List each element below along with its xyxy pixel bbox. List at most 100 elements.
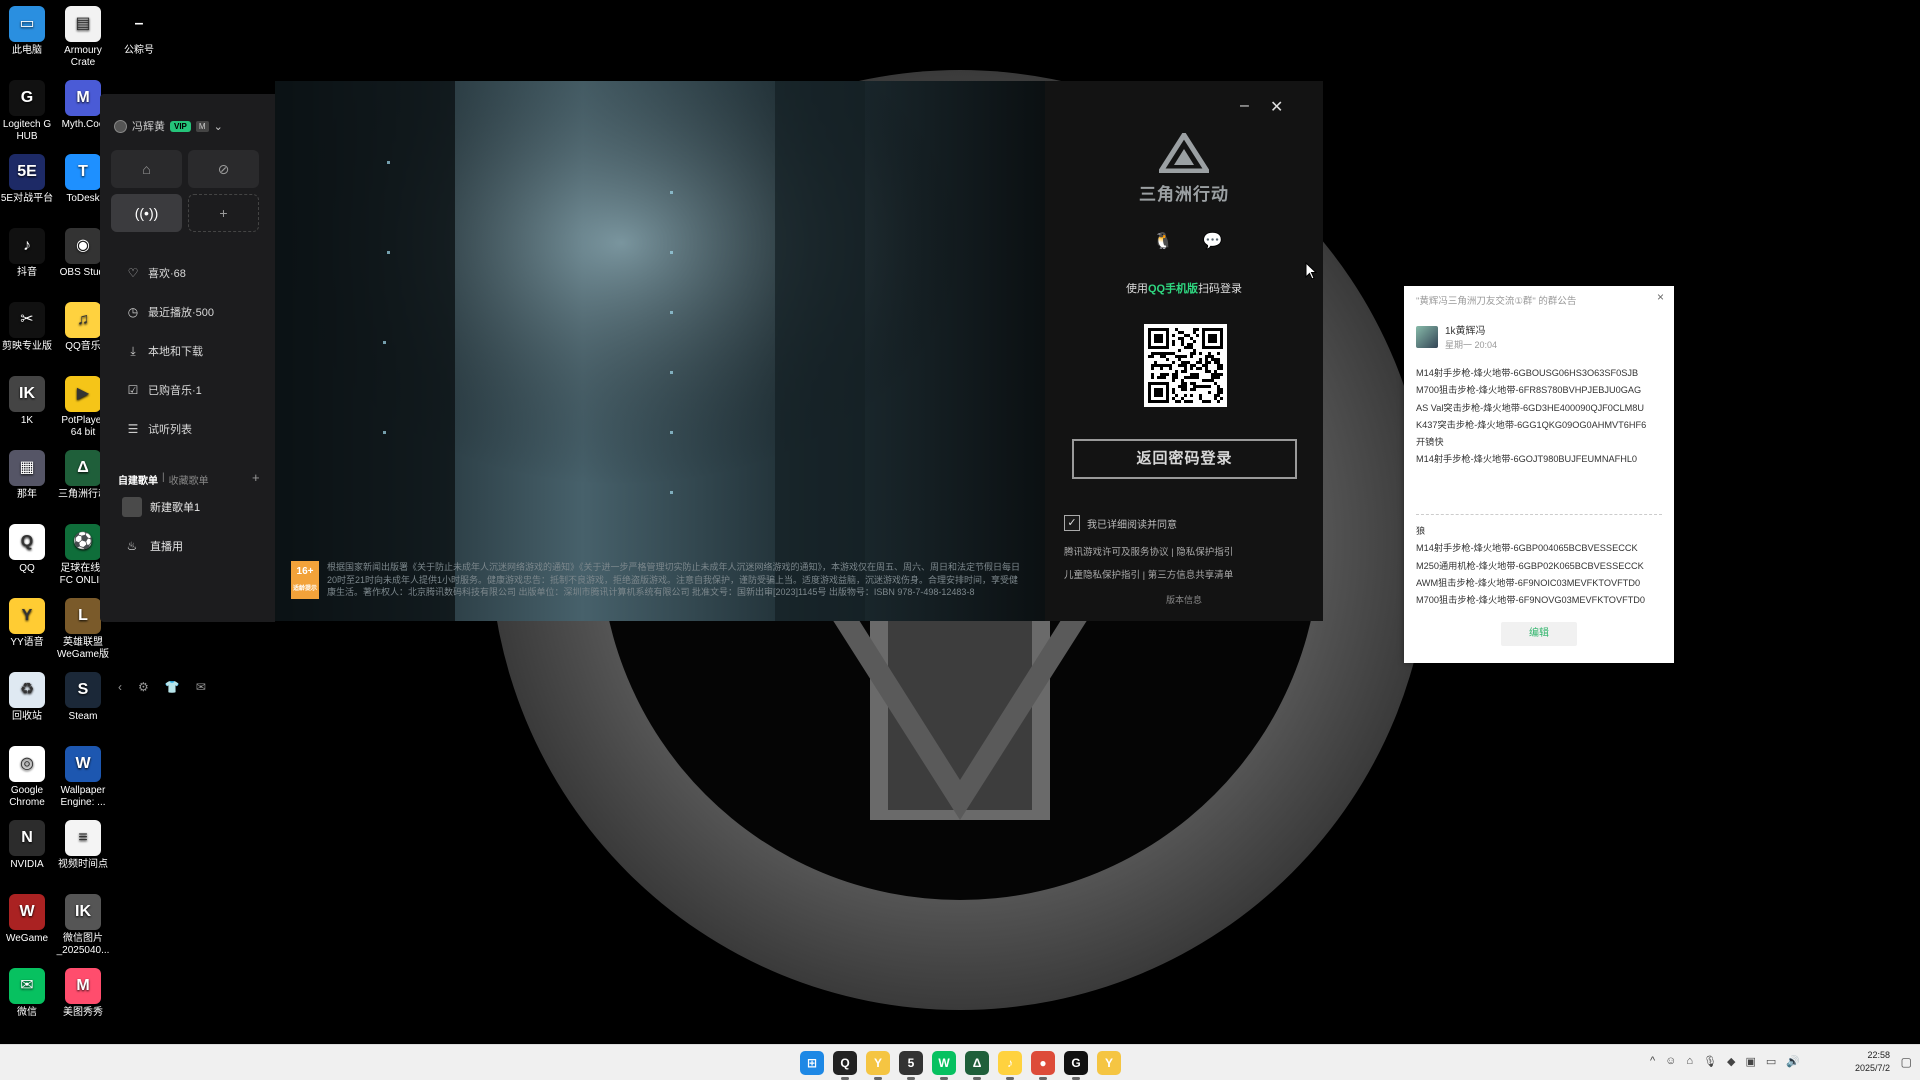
login-method-switch: 🐧 💬 xyxy=(1153,231,1223,251)
vip-badge: VIP xyxy=(170,120,191,132)
delta-icon: Δ xyxy=(65,450,101,486)
desktop-icon[interactable]: M 美图秀秀 xyxy=(48,968,118,1019)
bottom-toolbar: ‹ ⚙ 👕 ✉ xyxy=(118,680,206,694)
age-rating-value: 16+ xyxy=(296,566,314,577)
5e-icon[interactable]: 5 xyxy=(899,1051,923,1080)
vip-level-badge: M xyxy=(195,120,209,132)
qq-login-icon[interactable]: 🐧 xyxy=(1153,231,1173,251)
qqmusic-icon[interactable]: ♪ xyxy=(998,1051,1022,1080)
sidebar-item-heart[interactable]: ♡ 喜欢·68 xyxy=(126,265,186,281)
image-file-icon: IK xyxy=(65,894,101,930)
wechat-login-icon[interactable]: 💬 xyxy=(1203,231,1223,251)
steam-icon: S xyxy=(65,672,101,708)
announcement-line: M700狙击步枪-烽火地带-6F9NOVG03MEVFKTOVFTD0 xyxy=(1416,595,1646,606)
game-logo: 三角洲行动 xyxy=(1135,130,1233,205)
list-icon: ☰ xyxy=(127,422,139,436)
chevron-down-icon[interactable]: ⌄ xyxy=(214,120,223,133)
desktop-icon[interactable]: W Wallpaper Engine: ... xyxy=(48,746,118,809)
clock-time: 22:58 xyxy=(1867,1050,1890,1060)
explore-icon[interactable]: ⊘ xyxy=(188,150,259,188)
checkbox-checked-icon[interactable]: ✓ xyxy=(1064,515,1080,531)
sidebar-item-download[interactable]: ⤓ 本地和下载 xyxy=(126,343,203,359)
playlist-item[interactable]: ♨ 直播用 xyxy=(122,536,183,556)
desktop-icon-label: 视频时间点 xyxy=(58,859,108,870)
heart-icon: ♡ xyxy=(127,266,139,280)
qq-icon: Q xyxy=(9,524,45,560)
lol-icon: L xyxy=(65,598,101,634)
microphone-icon[interactable]: 🎙 xyxy=(1703,1055,1717,1068)
close-icon[interactable]: × xyxy=(1657,290,1664,304)
desktop-icon[interactable]: IK 微信图片 _2025040... xyxy=(48,894,118,957)
sidebar-item-list[interactable]: ☰ 试听列表 xyxy=(126,421,192,437)
delta-icon[interactable]: Δ xyxy=(965,1051,989,1080)
login-qr-code[interactable] xyxy=(1144,324,1227,407)
text-file-icon: ≡ xyxy=(65,820,101,856)
tab-created-playlists[interactable]: 自建歌单 xyxy=(118,472,158,487)
home-icon[interactable]: ⌂ xyxy=(111,150,182,188)
message-icon[interactable]: ✉ xyxy=(196,680,206,694)
agreement-links-1[interactable]: 腾讯游戏许可及服务协议 | 隐私保护指引 xyxy=(1064,544,1233,558)
announcement-line: M250通用机枪-烽火地带-6GBP02K065BCBVESSECCK xyxy=(1416,560,1644,571)
login-panel: – ✕ 三角洲行动 🐧 💬 使用QQ手机版扫码登录 返回密码登录 ✓ 我已详细阅… xyxy=(1045,81,1323,621)
settings-icon[interactable]: ⚙ xyxy=(138,680,149,694)
taskbar-apps: ⊞ Q Y 5 W Δ ♪ ● G Y xyxy=(800,1051,1121,1080)
announcement-line: 开镜快 xyxy=(1416,437,1444,448)
tab-collected-playlists[interactable]: 收藏歌单 xyxy=(169,472,209,487)
sidebar-item-clock[interactable]: ◷ 最近播放·500 xyxy=(126,304,214,320)
chrome-icon[interactable]: ● xyxy=(1031,1051,1055,1080)
announcement-body-bottom: 狼 M14射手步枪-烽火地带-6GBP004065BCBVESSECCK M250通… xyxy=(1416,523,1666,609)
scan-suffix: 扫码登录 xyxy=(1198,283,1243,295)
photo-icon: ▦ xyxy=(9,450,45,486)
user-profile[interactable]: 冯辉黄 VIP M ⌄ xyxy=(114,118,223,134)
desktop-icon[interactable]: ≡ 视频时间点 xyxy=(48,820,118,871)
radio-icon[interactable]: ((•)) xyxy=(111,194,182,232)
age-rating-caption: 适龄提示 xyxy=(292,586,317,592)
scan-highlight: QQ手机版 xyxy=(1147,283,1199,295)
add-tile-button[interactable]: + xyxy=(188,194,259,232)
wechat-icon[interactable]: W xyxy=(932,1051,956,1080)
playlist-item[interactable]: 新建歌单1 xyxy=(122,497,200,517)
back-icon[interactable]: ‹ xyxy=(118,680,122,694)
desktop-icon[interactable]: – 公粽号 xyxy=(104,6,174,57)
version-info-link[interactable]: 版本信息 xyxy=(1045,593,1323,606)
desktop-icon[interactable]: S Steam xyxy=(48,672,118,723)
yy-voice-icon[interactable]: Y xyxy=(1097,1051,1121,1075)
network-icon[interactable]: ⌂ xyxy=(1686,1055,1693,1068)
qr-code-icon xyxy=(1148,328,1223,403)
password-login-button[interactable]: 返回密码登录 xyxy=(1072,439,1297,479)
document-icon: ▤ xyxy=(65,6,101,42)
douyin-icon: ♪ xyxy=(9,228,45,264)
yy-icon[interactable]: Y xyxy=(866,1051,890,1080)
popup-title: "黄辉冯三角洲刀友交流①群" 的群公告 xyxy=(1416,296,1577,307)
clock-date: 2025/7/2 xyxy=(1854,1063,1890,1073)
system-clock[interactable]: 22:58 2025/7/2 xyxy=(1855,1049,1890,1075)
close-icon[interactable]: ✕ xyxy=(1270,97,1283,117)
announcement-line: K437突击步枪-烽火地带-6GG1QKG09OG0AHMVT6HF6 xyxy=(1416,419,1647,430)
add-playlist-icon[interactable]: + xyxy=(252,470,260,485)
nvidia-tray-icon[interactable]: ◆ xyxy=(1727,1055,1735,1068)
playlist-tabs: 自建歌单 | 收藏歌单 xyxy=(118,472,209,487)
announcement-line: M14射手步枪-烽火地带-6GOJT980BUJFEUMNAFHL0 xyxy=(1416,454,1638,465)
username: 冯辉黄 xyxy=(132,121,165,133)
yy-tray-icon[interactable]: ☺ xyxy=(1665,1055,1676,1068)
volume-icon[interactable]: 🔊 xyxy=(1786,1055,1800,1068)
age-rating-badge: 16+ 适龄提示 xyxy=(291,561,319,599)
edit-button[interactable]: 编辑 xyxy=(1501,622,1577,646)
notification-icon[interactable]: ▢ xyxy=(1901,1055,1912,1069)
logitech-icon[interactable]: G xyxy=(1064,1051,1088,1080)
minimize-icon[interactable]: – xyxy=(1240,97,1249,115)
sidebar-item-purchased[interactable]: ☑ 已购音乐·1 xyxy=(126,382,202,398)
fc-icon: ⚽ xyxy=(65,524,101,560)
recycle-bin-icon: ♻ xyxy=(9,672,45,708)
qq-icon[interactable]: Q xyxy=(833,1051,857,1080)
input-method-icon[interactable]: ▣ xyxy=(1745,1055,1755,1068)
sidebar-item-label: 已购音乐·1 xyxy=(148,385,202,397)
windows-start-icon[interactable]: ⊞ xyxy=(800,1051,824,1075)
display-icon[interactable]: ▭ xyxy=(1766,1055,1776,1068)
agreement-links-2[interactable]: 儿童隐私保护指引 | 第三方信息共享清单 xyxy=(1064,567,1233,581)
blank-file-icon: – xyxy=(134,15,144,32)
skin-icon[interactable]: 👕 xyxy=(165,680,180,694)
nvidia-icon: N xyxy=(9,820,45,856)
chevron-up-icon[interactable]: ^ xyxy=(1650,1055,1655,1068)
agreement-checkbox-row[interactable]: ✓ 我已详细阅读并同意 xyxy=(1064,515,1177,531)
